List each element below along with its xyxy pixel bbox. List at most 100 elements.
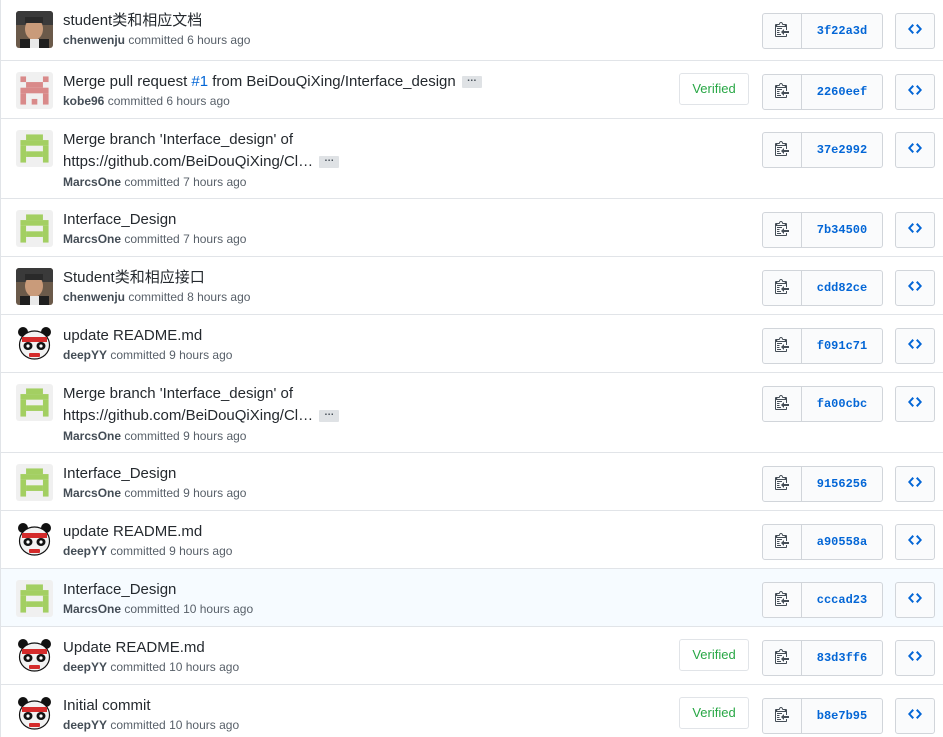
author-link[interactable]: MarcsOne [63,232,121,246]
browse-repository-button[interactable] [895,328,935,364]
commit-message-text[interactable]: student类和相应文档 [63,12,202,29]
commit-message[interactable]: Student类和相应接口 [63,267,205,289]
copy-sha-button[interactable] [763,329,802,363]
browse-repository-button[interactable] [895,74,935,110]
verified-badge[interactable]: Verified [679,73,749,105]
commit-message[interactable]: Interface_Design [63,463,176,485]
commit-message-text[interactable]: Interface_Design [63,581,176,598]
browse-repository-button[interactable] [895,640,935,676]
ellipsis-icon[interactable]: … [319,408,340,423]
avatar[interactable] [16,580,53,617]
copy-sha-button[interactable] [763,75,802,109]
commit-sha-link[interactable]: 9156256 [802,467,882,501]
commit-message-text[interactable]: from BeiDouQiXing/Interface_design [208,73,455,90]
copy-sha-button[interactable] [763,213,802,247]
commit-message-text[interactable]: Update README.md [63,639,205,656]
browse-repository-button[interactable] [895,582,935,618]
commit-message-text[interactable]: Merge pull request [63,73,191,90]
browse-repository-button[interactable] [895,13,935,49]
author-link[interactable]: MarcsOne [63,429,121,443]
commit-sha-link[interactable]: f091c71 [802,329,882,363]
avatar[interactable] [16,464,53,501]
commit-message[interactable]: Merge branch 'Interface_design' of https:… [63,129,340,173]
author-link[interactable]: deepYY [63,718,107,732]
browse-repository-button[interactable] [895,386,935,422]
sha-button-group: 37e2992 [762,132,883,168]
verified-badge[interactable]: Verified [679,639,749,671]
author-link[interactable]: chenwenju [63,33,125,47]
avatar[interactable] [16,130,53,167]
copy-sha-button[interactable] [763,467,802,501]
avatar[interactable] [16,696,53,733]
commit-message-text[interactable]: Interface_Design [63,211,176,228]
commit-sha-link[interactable]: cdd82ce [802,271,882,305]
browse-repository-button[interactable] [895,698,935,734]
ellipsis-icon[interactable]: … [319,154,340,169]
author-link[interactable]: deepYY [63,660,107,674]
commit-verb: committed [107,94,164,108]
commit-sha-link[interactable]: 2260eef [802,75,882,109]
commit-message[interactable]: update README.md [63,325,202,347]
commit-message[interactable]: Merge pull request #1 from BeiDouQiXing/… [63,71,482,93]
commit-message[interactable]: Interface_Design [63,579,176,601]
avatar[interactable] [16,72,53,109]
commit-message-text[interactable]: Interface_Design [63,465,176,482]
author-link[interactable]: MarcsOne [63,602,121,616]
commit-message[interactable]: Update README.md [63,637,205,659]
copy-sha-button[interactable] [763,14,802,48]
author-link[interactable]: deepYY [63,544,107,558]
commit-message[interactable]: Initial commit [63,695,151,717]
commit-sha-link[interactable]: a90558a [802,525,882,559]
browse-repository-button[interactable] [895,132,935,168]
commit-message[interactable]: update README.md [63,521,202,543]
copy-sha-button[interactable] [763,387,802,421]
author-link[interactable]: MarcsOne [63,486,121,500]
commit-message-text[interactable]: Merge branch 'Interface_design' of [63,131,293,148]
avatar[interactable] [16,11,53,48]
clipboard-icon [775,474,789,495]
avatar[interactable] [16,268,53,305]
commit-message[interactable]: Interface_Design [63,209,176,231]
commit-message[interactable]: Merge branch 'Interface_design' of https:… [63,383,340,427]
avatar[interactable] [16,638,53,675]
commit-sha-link[interactable]: 83d3ff6 [802,641,882,675]
copy-sha-button[interactable] [763,583,802,617]
copy-sha-button[interactable] [763,271,802,305]
author-link[interactable]: chenwenju [63,290,125,304]
verified-badge[interactable]: Verified [679,697,749,729]
commit-sha-link[interactable]: 7b34500 [802,213,882,247]
copy-sha-button[interactable] [763,133,802,167]
commit-verb: committed [124,486,180,500]
commit-message-text[interactable]: Merge branch 'Interface_design' of [63,385,293,402]
avatar[interactable] [16,522,53,559]
commit-meta: chenwenju committed 8 hours ago [63,290,250,304]
commit-sha-link[interactable]: 3f22a3d [802,14,882,48]
browse-repository-button[interactable] [895,212,935,248]
commit-message-text[interactable]: https://github.com/BeiDouQiXing/Cl… [63,153,313,170]
commit-message-text[interactable]: update README.md [63,327,202,344]
copy-sha-button[interactable] [763,525,802,559]
avatar[interactable] [16,210,53,247]
issue-link[interactable]: #1 [191,73,208,90]
commit-message[interactable]: student类和相应文档 [63,10,202,32]
author-link[interactable]: deepYY [63,348,107,362]
commit-message-text[interactable]: Initial commit [63,697,151,714]
commit-message-text[interactable]: https://github.com/BeiDouQiXing/Cl… [63,407,313,424]
copy-sha-button[interactable] [763,699,802,733]
commit-sha-link[interactable]: cccad23 [802,583,882,617]
commit-message-text[interactable]: Student类和相应接口 [63,269,205,286]
commit-sha-link[interactable]: b8e7b95 [802,699,882,733]
sha-button-group: f091c71 [762,328,883,364]
commit-message-text[interactable]: update README.md [63,523,202,540]
author-link[interactable]: MarcsOne [63,175,121,189]
browse-repository-button[interactable] [895,466,935,502]
author-link[interactable]: kobe96 [63,94,104,108]
copy-sha-button[interactable] [763,641,802,675]
commit-sha-link[interactable]: fa00cbc [802,387,882,421]
browse-repository-button[interactable] [895,270,935,306]
avatar[interactable] [16,384,53,421]
avatar[interactable] [16,326,53,363]
ellipsis-icon[interactable]: … [461,74,482,89]
browse-repository-button[interactable] [895,524,935,560]
commit-sha-link[interactable]: 37e2992 [802,133,882,167]
